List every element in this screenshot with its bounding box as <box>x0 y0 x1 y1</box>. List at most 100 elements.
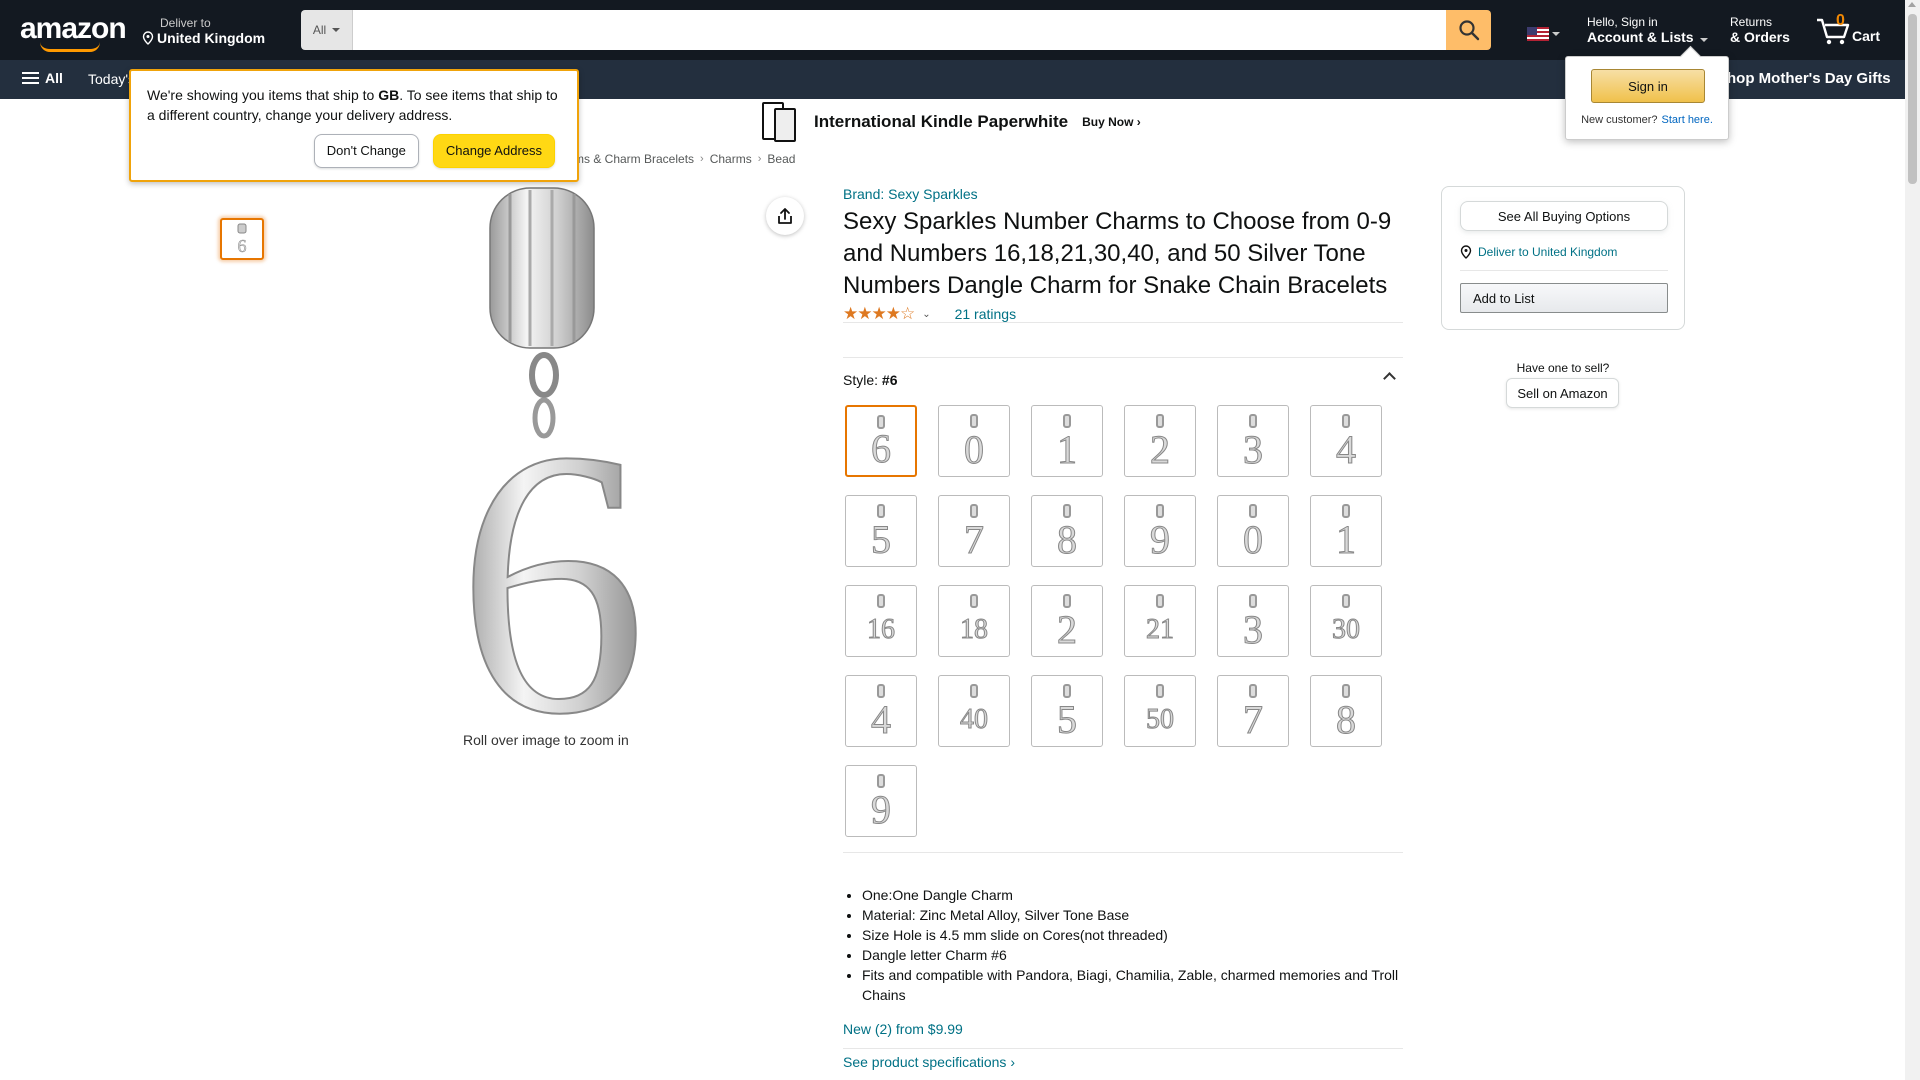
style-swatch[interactable]: 2 <box>1031 585 1103 657</box>
scroll-up-arrow-icon[interactable] <box>1908 2 1916 7</box>
style-label-prefix: Style: <box>843 372 882 388</box>
charm-bail-image <box>1156 504 1164 518</box>
add-to-list-button[interactable]: Add to List <box>1460 283 1668 313</box>
promo-buy-now[interactable]: Buy Now › <box>1082 115 1141 129</box>
style-swatch[interactable]: 40 <box>938 675 1010 747</box>
main-product-image[interactable]: 6 <box>440 180 660 720</box>
feature-bullet: Material: Zinc Metal Alloy, Silver Tone … <box>862 905 1407 925</box>
see-specifications-link[interactable]: See product specifications › <box>843 1054 1015 1070</box>
returns-label: Returns <box>1730 15 1773 29</box>
location-pin-icon <box>1460 245 1472 259</box>
new-offers-link[interactable]: New (2) from $9.99 <box>843 1021 963 1037</box>
deliver-link-text: Deliver to United Kingdom <box>1478 245 1618 259</box>
share-button[interactable] <box>766 197 804 235</box>
style-swatch[interactable]: 4 <box>1310 405 1382 477</box>
search-icon <box>1458 20 1479 41</box>
swatch-number: 2 <box>1150 427 1171 472</box>
swatch-number: 1 <box>1057 427 1078 472</box>
style-swatch[interactable]: 21 <box>1124 585 1196 657</box>
ship-to-popover: We're showing you items that ship to GB.… <box>129 69 579 182</box>
style-swatch[interactable]: 6 <box>845 405 917 477</box>
scrollbar-thumb[interactable] <box>1908 14 1917 184</box>
star-rating-icon[interactable]: ★★★★☆ <box>843 304 915 324</box>
mothers-day-link[interactable]: Shop Mother's Day Gifts <box>1717 70 1891 87</box>
logo-text: amazon <box>20 12 127 45</box>
style-swatch[interactable]: 8 <box>1310 675 1382 747</box>
divider <box>843 1048 1403 1049</box>
swatch-number: 40 <box>960 704 989 736</box>
start-here-link[interactable]: Start here. <box>1662 114 1713 126</box>
deliver-to[interactable]: Deliver to United Kingdom <box>142 16 265 46</box>
swatch-number: 5 <box>871 517 892 562</box>
swatch-number: 7 <box>964 517 985 562</box>
style-swatch[interactable]: 2 <box>1124 405 1196 477</box>
charm-bail-image <box>970 684 978 698</box>
chevron-down-icon <box>1700 38 1709 42</box>
chevron-right-icon: › <box>700 153 704 165</box>
charm-bail-image <box>1342 414 1350 428</box>
returns-orders[interactable]: Returns & Orders <box>1730 15 1790 45</box>
style-swatch[interactable]: 0 <box>1217 495 1289 567</box>
style-swatch[interactable]: 3 <box>1217 405 1289 477</box>
style-swatch[interactable]: 9 <box>1124 495 1196 567</box>
style-swatch[interactable]: 18 <box>938 585 1010 657</box>
popover-buttons: Don't Change Change Address <box>313 134 555 168</box>
style-swatch[interactable]: 4 <box>845 675 917 747</box>
page-scrollbar[interactable] <box>1905 0 1920 1080</box>
charm-bail-image <box>1063 504 1071 518</box>
sell-on-amazon-button[interactable]: Sell on Amazon <box>1506 378 1619 408</box>
chevron-right-icon: › <box>757 153 762 165</box>
charm-bail-image <box>1063 594 1071 608</box>
ratings-count-link[interactable]: 21 ratings <box>955 306 1016 322</box>
feature-bullet: One:One Dangle Charm <box>862 885 1407 905</box>
style-swatch[interactable]: 30 <box>1310 585 1382 657</box>
logo-smile-icon <box>40 42 100 52</box>
deliver-link[interactable]: Deliver to United Kingdom <box>1460 245 1617 259</box>
charm-thumbnail-image: 6 <box>237 223 247 256</box>
swatch-number: 7 <box>1243 697 1264 742</box>
charm-bail-image <box>877 415 885 429</box>
search-input[interactable] <box>353 10 1446 50</box>
language-selector[interactable] <box>1527 26 1563 42</box>
chevron-down-icon[interactable]: ⌄ <box>922 309 930 320</box>
dont-change-button[interactable]: Don't Change <box>313 134 419 168</box>
style-swatch[interactable]: 16 <box>845 585 917 657</box>
style-swatch[interactable]: 9 <box>845 765 917 837</box>
image-thumbnail[interactable]: 6 <box>220 218 264 260</box>
breadcrumb-item[interactable]: ms & Charm Bracelets <box>574 152 694 166</box>
ship-to-text-before: We're showing you items that ship to <box>147 87 379 103</box>
all-menu-button[interactable]: All <box>22 70 63 86</box>
charm-bail-image <box>970 414 978 428</box>
search-button[interactable] <box>1446 10 1491 50</box>
breadcrumb-item[interactable]: Charms <box>710 152 752 166</box>
amazon-logo[interactable]: amazon <box>20 12 127 52</box>
style-swatch[interactable]: 7 <box>938 495 1010 567</box>
charm-bail-image <box>1342 504 1350 518</box>
sign-in-button[interactable]: Sign in <box>1591 69 1705 103</box>
search-category-select[interactable]: All <box>301 10 353 50</box>
zoom-hint: Roll over image to zoom in <box>463 732 629 748</box>
style-swatch[interactable]: 8 <box>1031 495 1103 567</box>
charm-bail-image <box>1156 414 1164 428</box>
share-icon <box>778 208 792 224</box>
see-all-buying-options-button[interactable]: See All Buying Options <box>1460 201 1668 231</box>
style-swatch[interactable]: 3 <box>1217 585 1289 657</box>
style-swatch[interactable]: 7 <box>1217 675 1289 747</box>
style-swatch[interactable]: 1 <box>1310 495 1382 567</box>
charm-bail-image <box>1249 594 1257 608</box>
style-swatch[interactable]: 5 <box>845 495 917 567</box>
style-swatch[interactable]: 1 <box>1031 405 1103 477</box>
kindle-promo-banner[interactable]: International Kindle Paperwhite Buy Now … <box>760 101 1141 143</box>
charm-bail-image <box>877 684 885 698</box>
style-swatch[interactable]: 0 <box>938 405 1010 477</box>
collapse-chevron-icon[interactable] <box>1383 372 1396 385</box>
style-swatch[interactable]: 5 <box>1031 675 1103 747</box>
cart[interactable]: 0 Cart <box>1815 10 1895 50</box>
brand-link[interactable]: Brand: Sexy Sparkles <box>843 186 1403 202</box>
breadcrumb-item[interactable]: Bead <box>767 152 795 166</box>
change-address-button[interactable]: Change Address <box>432 134 555 168</box>
deliver-country: United Kingdom <box>157 30 266 46</box>
todays-deals-link[interactable]: Today's <box>88 71 135 87</box>
style-swatch[interactable]: 50 <box>1124 675 1196 747</box>
account-lists[interactable]: Hello, Sign in Account & Lists <box>1587 15 1709 45</box>
